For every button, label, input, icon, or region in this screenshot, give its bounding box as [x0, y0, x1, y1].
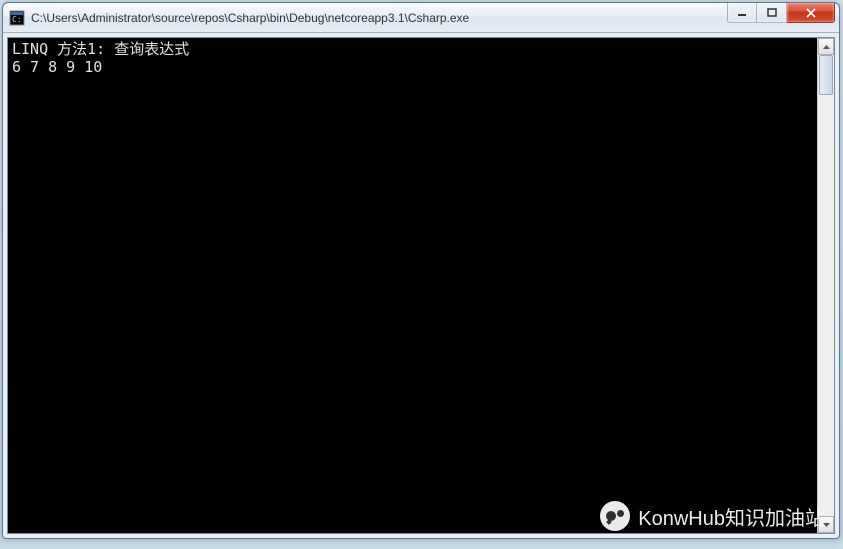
- chevron-down-icon: [823, 523, 830, 527]
- console-output[interactable]: LINQ 方法1: 查询表达式 6 7 8 9 10: [8, 38, 817, 533]
- minimize-icon: [737, 9, 747, 17]
- chevron-up-icon: [823, 45, 830, 49]
- console-container: LINQ 方法1: 查询表达式 6 7 8 9 10: [7, 37, 835, 534]
- titlebar[interactable]: C: C:\Users\Administrator\source\repos\C…: [3, 3, 839, 33]
- maximize-icon: [767, 8, 777, 18]
- window-controls: [727, 3, 835, 23]
- console-window: C: C:\Users\Administrator\source\repos\C…: [2, 2, 840, 539]
- app-icon: C:: [9, 10, 25, 26]
- minimize-button[interactable]: [727, 3, 757, 23]
- vertical-scrollbar[interactable]: [817, 38, 834, 533]
- scrollbar-track[interactable]: [818, 55, 834, 516]
- svg-text:C:: C:: [12, 15, 22, 24]
- close-button[interactable]: [787, 3, 835, 23]
- scroll-down-button[interactable]: [818, 516, 834, 533]
- window-title: C:\Users\Administrator\source\repos\Csha…: [31, 11, 839, 25]
- scrollbar-thumb[interactable]: [819, 55, 833, 95]
- scroll-up-button[interactable]: [818, 38, 834, 55]
- maximize-button[interactable]: [757, 3, 787, 23]
- client-area: LINQ 方法1: 查询表达式 6 7 8 9 10: [3, 33, 839, 538]
- close-icon: [805, 8, 817, 18]
